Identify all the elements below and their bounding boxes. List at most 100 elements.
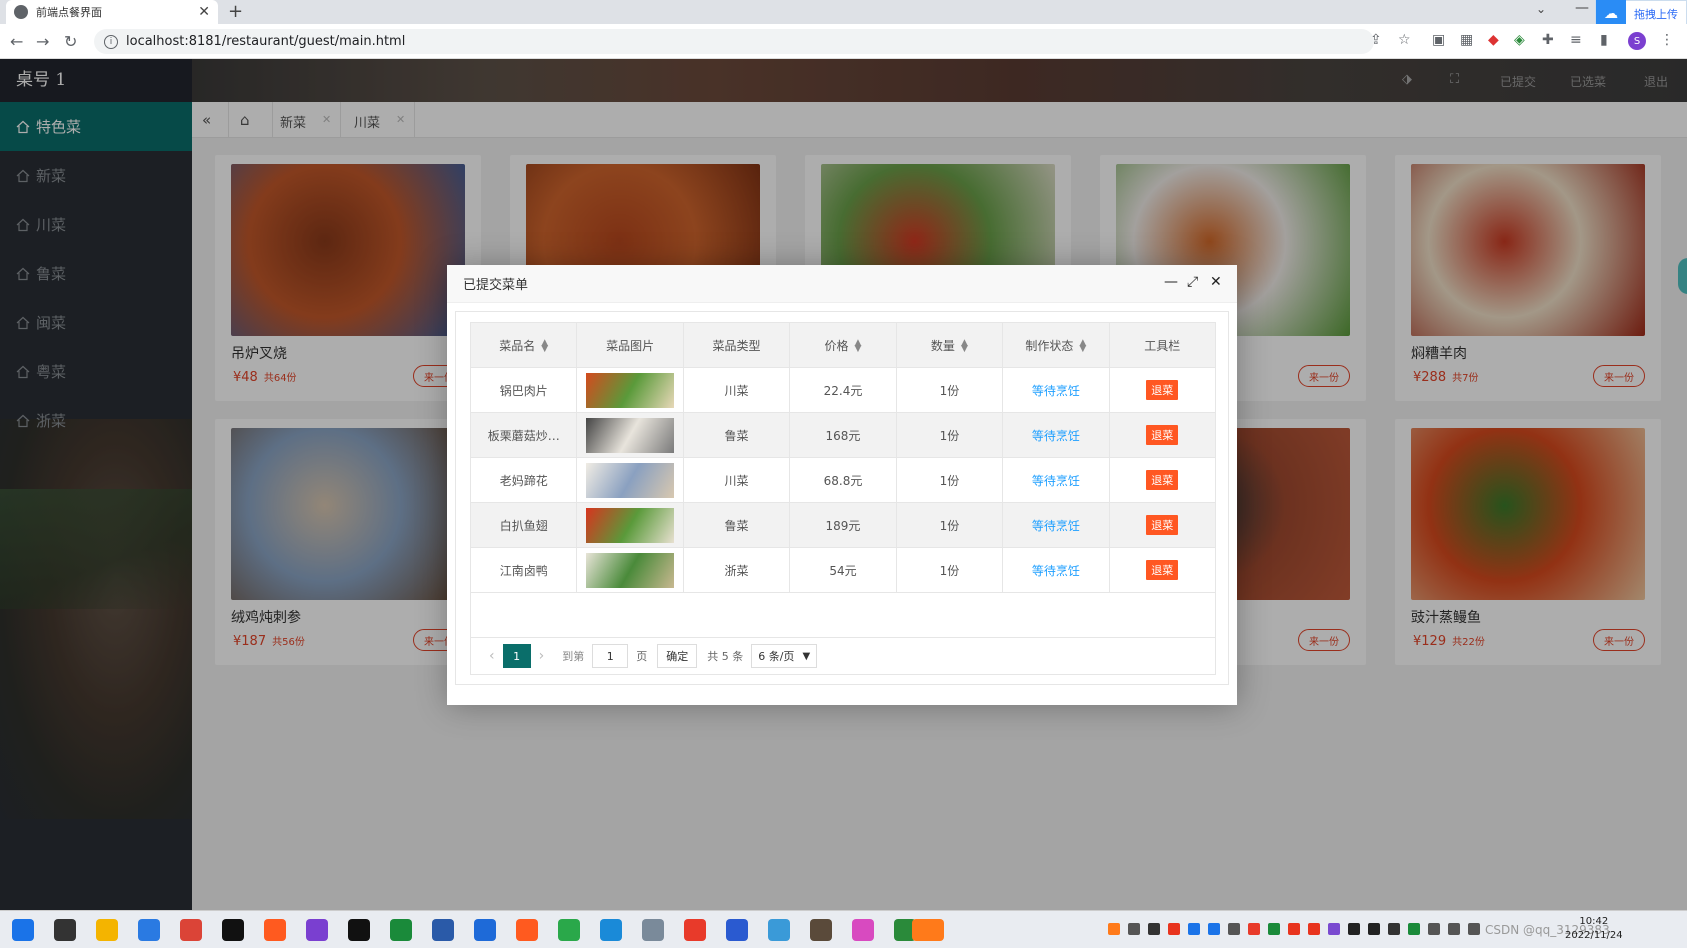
tray-icon[interactable] — [1148, 923, 1160, 935]
wechat-icon[interactable] — [516, 919, 538, 941]
tray-icon[interactable] — [1468, 923, 1480, 935]
windows-taskbar: CSDN @qq_3129383 10:42 2022/11/24 — [0, 910, 1687, 948]
tray-icon[interactable] — [1348, 923, 1360, 935]
more-icon[interactable]: ⋮ — [1660, 32, 1674, 48]
sort-icon[interactable]: ▲ ▼ — [541, 339, 548, 354]
total-count: 共 5 条 — [707, 650, 744, 663]
image-icon[interactable]: ▦ — [1460, 32, 1473, 48]
chrome-icon[interactable] — [180, 919, 202, 941]
puzzle-icon[interactable]: ✚ — [1542, 32, 1554, 48]
return-dish-button[interactable]: 退菜 — [1146, 380, 1179, 400]
next-page-icon[interactable]: › — [539, 648, 545, 664]
column-header[interactable]: 菜品名 ▲ ▼ — [469, 322, 578, 368]
cell-quantity: 1份 — [895, 367, 1004, 413]
reading-list-icon[interactable]: ≡ — [1570, 32, 1582, 48]
new-tab-icon[interactable]: + — [228, 1, 243, 22]
recording-app-icon[interactable] — [912, 919, 944, 941]
url-input[interactable]: i localhost:8181/restaurant/guest/main.h… — [94, 29, 1374, 54]
tray-icon[interactable] — [1248, 923, 1260, 935]
cell-tools: 退菜 — [1108, 502, 1217, 548]
return-dish-button[interactable]: 退菜 — [1146, 515, 1179, 535]
per-page-select[interactable]: 6 条/页 ▼ — [751, 644, 818, 668]
sidebar-icon[interactable]: ▮ — [1600, 32, 1608, 48]
cell-status: 等待烹饪 — [1002, 502, 1110, 548]
word-icon[interactable] — [684, 919, 706, 941]
column-header[interactable]: 价格 ▲ ▼ — [789, 322, 897, 368]
close-icon[interactable]: ✕ — [198, 4, 210, 20]
sync-icon[interactable] — [348, 919, 370, 941]
column-header-label: 制作状态 — [1025, 338, 1074, 353]
tray-icon[interactable] — [1108, 923, 1120, 935]
system-clock[interactable]: 10:42 2022/11/24 — [1565, 915, 1623, 943]
dialog-title: 已提交菜单 — [463, 278, 529, 293]
return-dish-button[interactable]: 退菜 — [1146, 560, 1179, 580]
tray-icon[interactable] — [1448, 923, 1460, 935]
webstorm-icon[interactable] — [558, 919, 580, 941]
tray-icon[interactable] — [1288, 923, 1300, 935]
tray-icon[interactable] — [1188, 923, 1200, 935]
sort-icon[interactable]: ▲ ▼ — [961, 339, 968, 354]
mail-icon[interactable] — [432, 919, 454, 941]
store-icon[interactable] — [390, 919, 412, 941]
profile-avatar[interactable]: S — [1628, 32, 1646, 50]
tray-icon[interactable] — [1228, 923, 1240, 935]
camera-icon[interactable]: ▣ — [1432, 32, 1445, 48]
image-viewer-icon[interactable] — [600, 919, 622, 941]
tray-icon[interactable] — [1208, 923, 1220, 935]
prev-page-icon[interactable]: ‹ — [489, 648, 495, 664]
app-icon[interactable] — [138, 919, 160, 941]
share-icon[interactable]: ⇪ — [1370, 32, 1382, 48]
file-explorer-icon[interactable] — [96, 919, 118, 941]
return-dish-button[interactable]: 退菜 — [1146, 470, 1179, 490]
cell-tools: 退菜 — [1108, 457, 1217, 503]
column-header: 菜品类型 — [682, 322, 791, 368]
tray-icon[interactable] — [1268, 923, 1280, 935]
column-header[interactable]: 制作状态 ▲ ▼ — [1002, 322, 1110, 368]
chevron-down-icon[interactable]: ⌄ — [1536, 2, 1546, 16]
column-header[interactable]: 数量 ▲ ▼ — [895, 322, 1004, 368]
return-dish-button[interactable]: 退菜 — [1146, 425, 1179, 445]
qq-icon[interactable] — [222, 919, 244, 941]
tray-icon[interactable] — [1428, 923, 1440, 935]
minimize-icon[interactable]: — — [1164, 274, 1178, 290]
recorder-icon[interactable] — [306, 919, 328, 941]
cell-dish-image — [576, 547, 684, 593]
browser-tab[interactable]: 前端点餐界面 ✕ — [6, 0, 218, 24]
dish-thumbnail — [586, 462, 675, 498]
app-icon[interactable] — [810, 919, 832, 941]
close-icon[interactable]: ✕ — [1210, 274, 1222, 290]
tray-icon[interactable] — [1368, 923, 1380, 935]
page-input[interactable]: 1 — [592, 644, 629, 668]
dish-thumbnail — [586, 417, 675, 453]
app-icon[interactable] — [852, 919, 874, 941]
minimize-icon[interactable]: — — [1575, 0, 1589, 16]
tray-icon[interactable] — [1128, 923, 1140, 935]
tray-icon[interactable] — [1388, 923, 1400, 935]
shield-icon[interactable]: ◆ — [1488, 32, 1499, 48]
forward-icon[interactable]: → — [36, 32, 49, 51]
tray-icon[interactable] — [1408, 923, 1420, 935]
intellij-icon[interactable] — [264, 919, 286, 941]
tray-icon[interactable] — [1308, 923, 1320, 935]
dish-thumbnail — [586, 552, 675, 588]
page-current[interactable]: 1 — [502, 644, 531, 668]
maximize-icon[interactable]: ⤢ — [1187, 274, 1198, 290]
app-icon[interactable] — [768, 919, 790, 941]
app-icon[interactable] — [474, 919, 496, 941]
tray-icon[interactable] — [1328, 923, 1340, 935]
app-icon[interactable] — [642, 919, 664, 941]
info-icon[interactable]: i — [104, 34, 118, 49]
clock-time: 10:42 — [1579, 916, 1609, 927]
star-icon[interactable]: ☆ — [1398, 32, 1411, 48]
tray-icon[interactable] — [1168, 923, 1180, 935]
extension-icon[interactable]: ◈ — [1514, 32, 1525, 48]
sort-icon[interactable]: ▲ ▼ — [855, 339, 862, 354]
reload-icon[interactable]: ↻ — [64, 32, 77, 51]
goto-ok-button[interactable]: 确定 — [657, 644, 698, 668]
order-table: 菜品名 ▲ ▼ 菜品图片 菜品类型 价格 ▲ ▼ 数量 ▲ ▼ 制作状态 ▲ ▼ 工具栏 锅巴肉片 川菜 22.… — [469, 322, 1217, 593]
back-icon[interactable]: ← — [10, 32, 23, 51]
windows-start-icon[interactable] — [12, 919, 34, 941]
sort-icon[interactable]: ▲ ▼ — [1079, 339, 1086, 354]
app-icon[interactable] — [726, 919, 748, 941]
search-icon[interactable] — [54, 919, 76, 941]
